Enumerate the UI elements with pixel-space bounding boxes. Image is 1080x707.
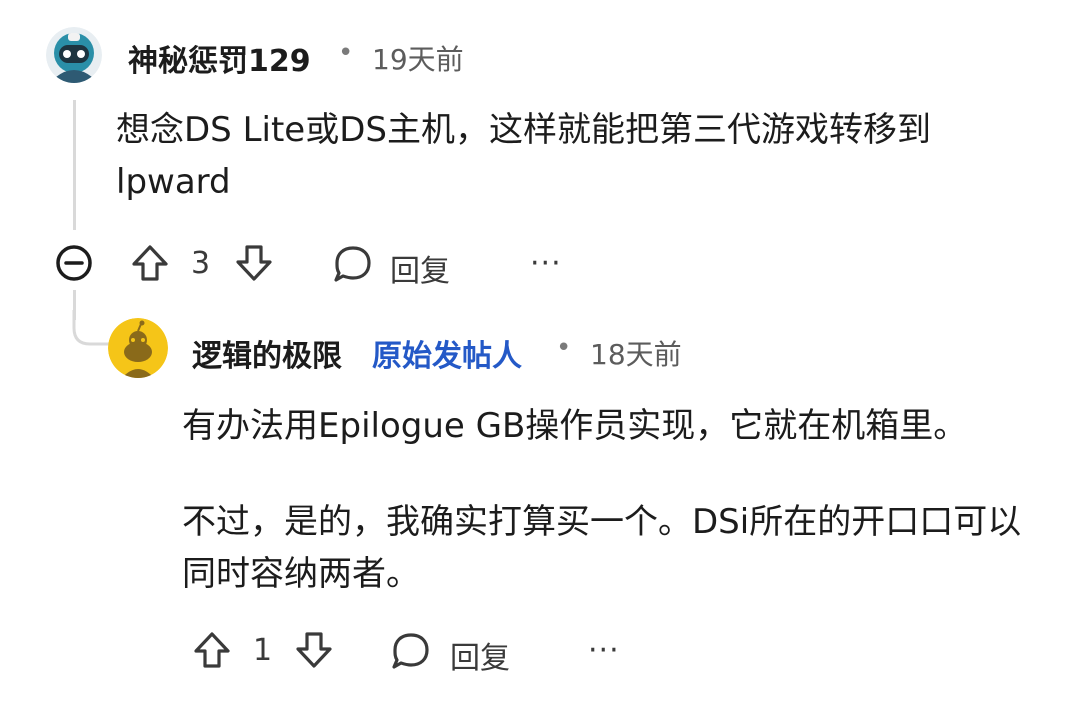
- collapse-button[interactable]: [54, 243, 94, 283]
- reply-body-paragraph-1: 有办法用Epilogue GB操作员实现，它就在机箱里。: [182, 406, 968, 446]
- downvote-arrow-icon: [296, 632, 332, 668]
- speech-bubble-icon: [392, 633, 429, 669]
- reply-body-paragraph-2: 不过，是的，我确实打算买一个。DSi所在的开口口可以同时容纳两者。: [182, 502, 1022, 594]
- thread-line-main: [73, 100, 76, 230]
- reply-more-options-button[interactable]: ···: [588, 633, 620, 668]
- comment-body: 想念DS Lite或DS主机，这样就能把第三代游戏转移到lpward: [116, 110, 931, 202]
- reply-downvote-button[interactable]: [292, 628, 336, 672]
- comment-username[interactable]: 神秘惩罚129: [128, 36, 311, 80]
- reply-timestamp: 18天前: [590, 338, 682, 371]
- upvote-arrow-icon: [132, 245, 168, 281]
- collapse-minus-icon: [56, 245, 92, 281]
- upvote-button[interactable]: [128, 241, 172, 285]
- downvote-button[interactable]: [232, 241, 276, 285]
- vote-count: 3: [191, 246, 211, 281]
- reply-user-avatar[interactable]: [108, 318, 168, 378]
- speech-bubble-icon: [334, 246, 371, 282]
- reply-upvote-button[interactable]: [190, 628, 234, 672]
- op-badge: 原始发帖人: [372, 339, 522, 374]
- meta-separator: •: [338, 38, 354, 68]
- reply-reply-button[interactable]: 回复: [450, 633, 510, 677]
- reply-reply-icon-button[interactable]: [388, 628, 434, 674]
- robot-avatar-icon: [46, 27, 102, 83]
- downvote-arrow-icon: [236, 245, 272, 281]
- user-avatar[interactable]: [46, 27, 102, 83]
- more-options-button[interactable]: ···: [530, 246, 562, 281]
- snoo-avatar-icon: [108, 318, 168, 378]
- reply-meta-separator: •: [556, 333, 572, 363]
- upvote-arrow-icon: [194, 632, 230, 668]
- reply-button[interactable]: 回复: [390, 246, 450, 290]
- reply-vote-count: 1: [253, 633, 273, 668]
- thread-connector: [72, 310, 110, 346]
- reply-username[interactable]: 逻辑的极限: [192, 331, 342, 375]
- reply-icon-button[interactable]: [330, 241, 376, 287]
- comment-timestamp: 19天前: [372, 43, 464, 76]
